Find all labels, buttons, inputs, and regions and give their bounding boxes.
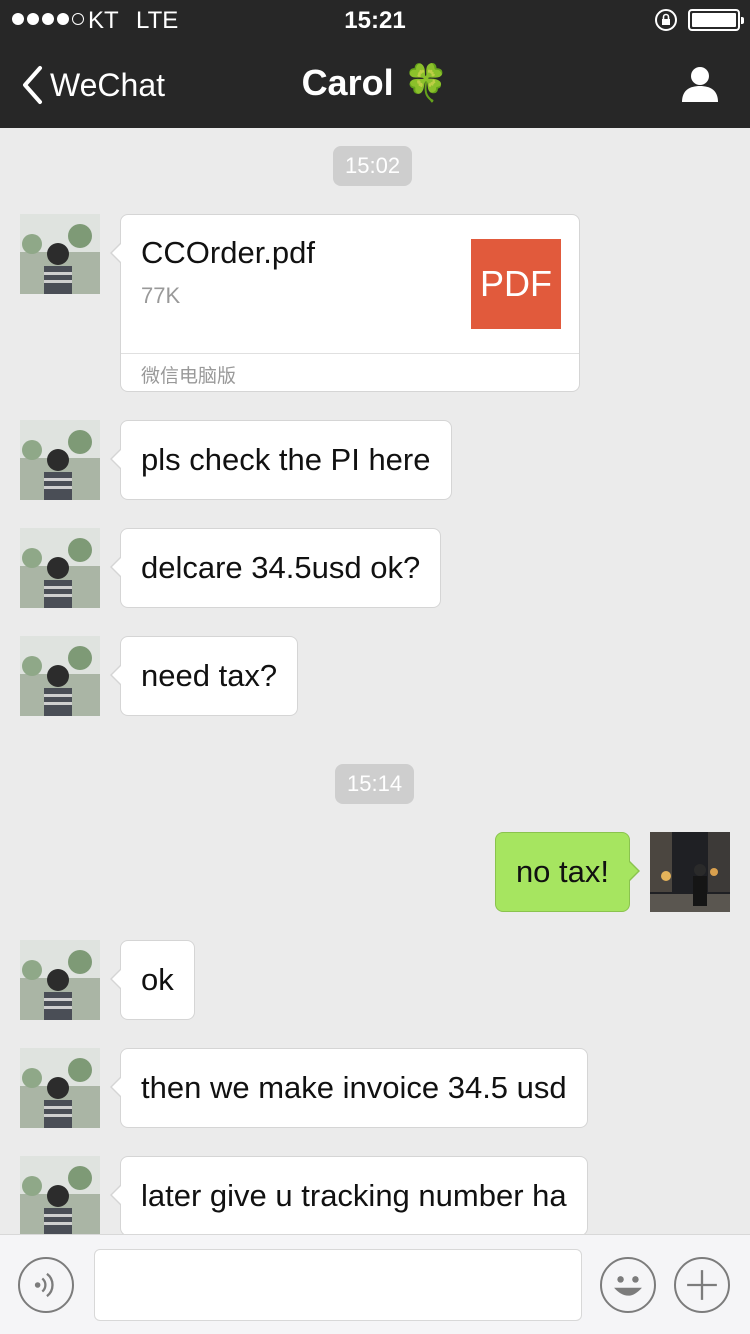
contact-profile-icon[interactable] [680, 64, 720, 104]
incoming-message[interactable]: need tax? [109, 636, 299, 716]
file-size: 77K [141, 283, 181, 308]
file-message-card[interactable]: CCOrder.pdf 77K PDF 微信电脑版 [110, 214, 580, 392]
file-card-divider [121, 353, 579, 354]
incoming-message[interactable]: pls check the PI here [110, 420, 452, 500]
incoming-message[interactable]: later give u tracking number ha [110, 1156, 588, 1234]
contact-avatar[interactable] [20, 636, 100, 716]
contact-avatar[interactable] [20, 1156, 100, 1234]
emoji-icon[interactable] [600, 1257, 656, 1313]
incoming-message[interactable]: delcare 34.5usd ok? [109, 528, 442, 608]
message-input[interactable] [94, 1249, 582, 1321]
top-bar: KT LTE 15:21 WeChat Carol 🍀 [0, 0, 750, 128]
voice-icon[interactable] [18, 1257, 74, 1313]
pdf-file-icon: PDF [471, 239, 561, 329]
file-name: CCOrder.pdf [141, 235, 316, 270]
contact-avatar[interactable] [20, 528, 100, 608]
contact-avatar[interactable] [20, 420, 100, 500]
my-avatar[interactable] [650, 832, 730, 912]
status-bar: KT LTE 15:21 [0, 0, 750, 40]
status-time: 15:21 [344, 7, 406, 34]
incoming-message[interactable]: ok [110, 940, 195, 1020]
plus-icon[interactable] [674, 1257, 730, 1313]
input-bar [0, 1234, 750, 1334]
timestamp: 15:02 [333, 146, 413, 186]
chat-area[interactable]: 15:02 CCOrder.pdf 77K PDF 微信电脑版 pls chec… [0, 128, 750, 1234]
contact-avatar[interactable] [20, 214, 100, 294]
outgoing-message[interactable]: no tax! [494, 832, 641, 912]
clover-emoji: 🍀 [403, 62, 449, 103]
lock-rotation-icon [655, 9, 677, 31]
file-source-label: 微信电脑版 [141, 365, 237, 387]
battery-icon [688, 9, 744, 31]
incoming-message[interactable]: then we make invoice 34.5 usd [110, 1048, 588, 1128]
chat-title-name: Carol [301, 62, 394, 103]
chat-title: Carol 🍀 [0, 62, 750, 104]
contact-avatar[interactable] [20, 1048, 100, 1128]
contact-avatar[interactable] [20, 940, 100, 1020]
timestamp: 15:14 [335, 764, 415, 804]
